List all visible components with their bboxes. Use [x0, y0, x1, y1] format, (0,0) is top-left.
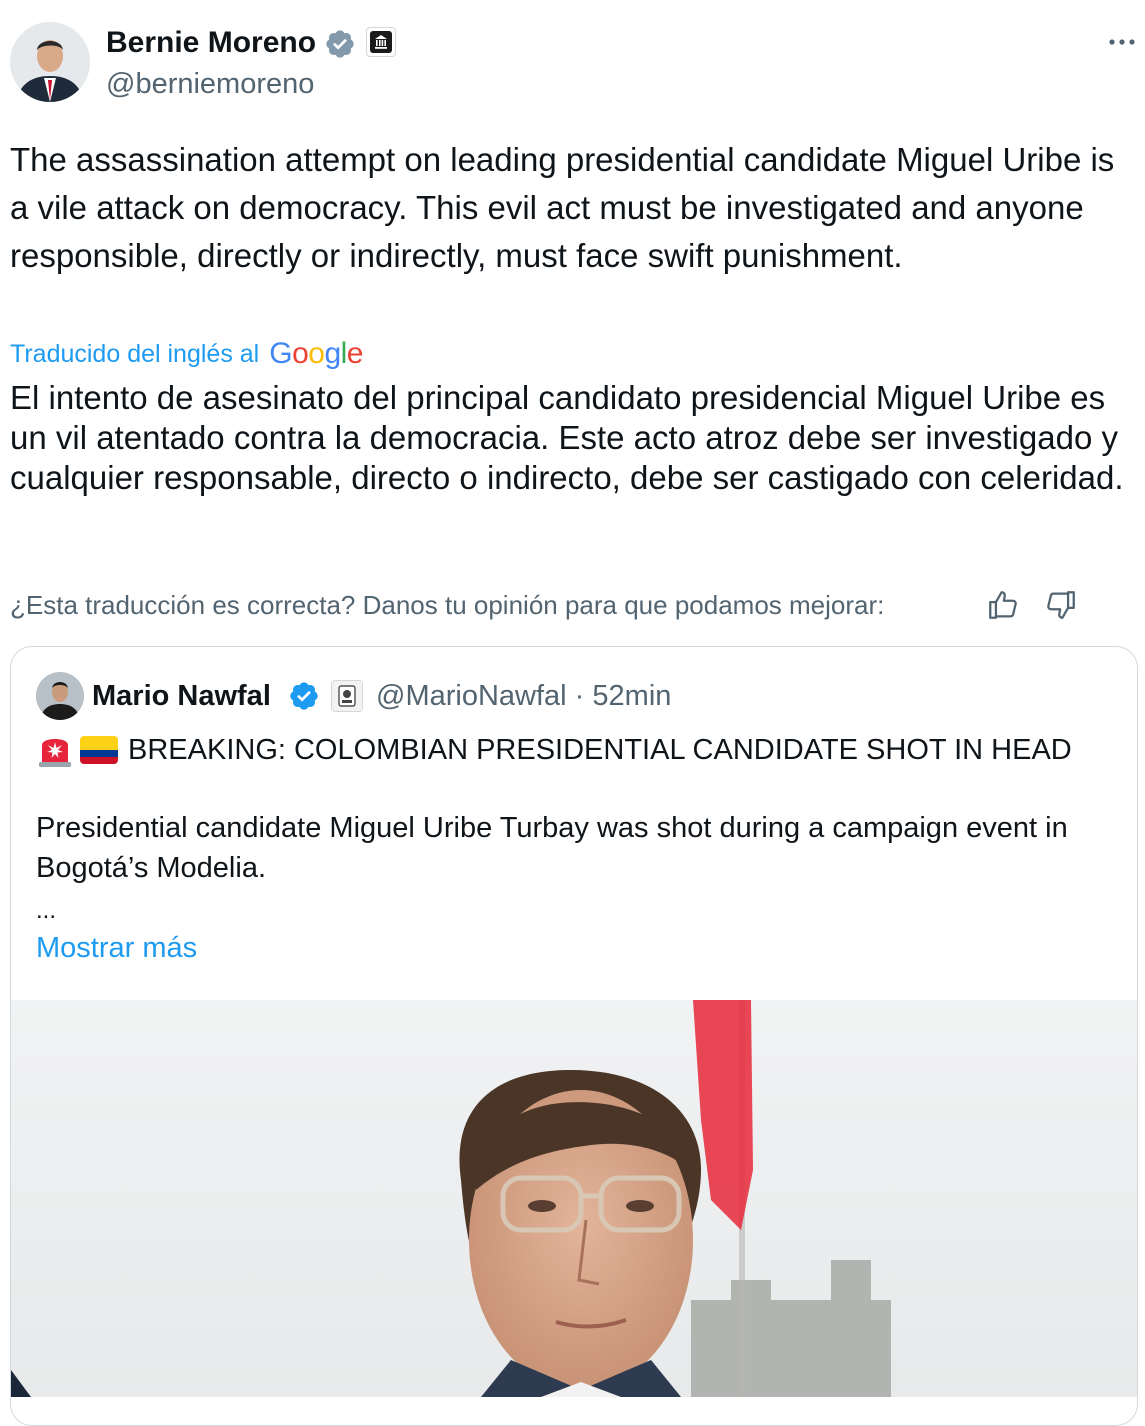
author-handle[interactable]: @berniemoreno — [106, 66, 314, 102]
quoted-avatar-image — [36, 672, 84, 720]
quoted-timestamp[interactable]: 52min — [592, 680, 671, 712]
quoted-media-image[interactable] — [11, 1000, 1137, 1397]
google-letter: e — [346, 337, 364, 370]
translated-by-label: Traducido del inglés al — [10, 339, 260, 368]
show-more-link[interactable]: Mostrar más — [36, 928, 197, 968]
google-letter: o — [308, 337, 325, 370]
google-logo: Google — [269, 337, 363, 371]
quoted-body-text: Presidential candidate Miguel Uribe Turb… — [36, 812, 1068, 884]
translated-by[interactable]: Traducido del inglés al Google — [10, 334, 363, 374]
author-avatar-image — [10, 22, 90, 102]
verified-blue-icon — [288, 680, 320, 712]
quoted-headline-row: BREAKING: COLOMBIAN PRESIDENTIAL CANDIDA… — [36, 730, 1072, 770]
author-display-name[interactable]: Bernie Moreno — [106, 24, 316, 62]
media-photo — [11, 1000, 1137, 1397]
more-horizontal-icon[interactable] — [1104, 22, 1140, 58]
translation-feedback-prompt: ¿Esta traducción es correcta? Danos tu o… — [10, 590, 885, 620]
google-letter: g — [324, 337, 341, 370]
tweet-text: The assassination attempt on leading pre… — [10, 141, 1115, 274]
quoted-headline: BREAKING: COLOMBIAN PRESIDENTIAL CANDIDA… — [128, 733, 1072, 766]
thumbs-up-icon[interactable] — [986, 588, 1020, 622]
siren-icon — [36, 731, 74, 769]
verified-gray-icon — [324, 28, 356, 60]
quoted-meta: @MarioNawfal · 52min — [376, 678, 671, 714]
google-letter: G — [269, 337, 293, 370]
affiliate-badge-icon — [331, 680, 363, 712]
translated-text: El intento de asesinato del principal ca… — [10, 379, 1124, 496]
colombia-flag-icon — [80, 736, 118, 764]
quoted-author-avatar[interactable] — [36, 672, 84, 720]
quoted-display-name[interactable]: Mario Nawfal — [92, 678, 271, 714]
quoted-handle[interactable]: @MarioNawfal — [376, 680, 567, 712]
author-avatar[interactable] — [10, 22, 90, 102]
meta-separator: · — [574, 680, 585, 712]
google-letter: o — [292, 337, 309, 370]
quoted-ellipsis: ... — [36, 897, 57, 924]
thumbs-down-icon[interactable] — [1044, 588, 1078, 622]
government-building-icon — [366, 27, 396, 57]
